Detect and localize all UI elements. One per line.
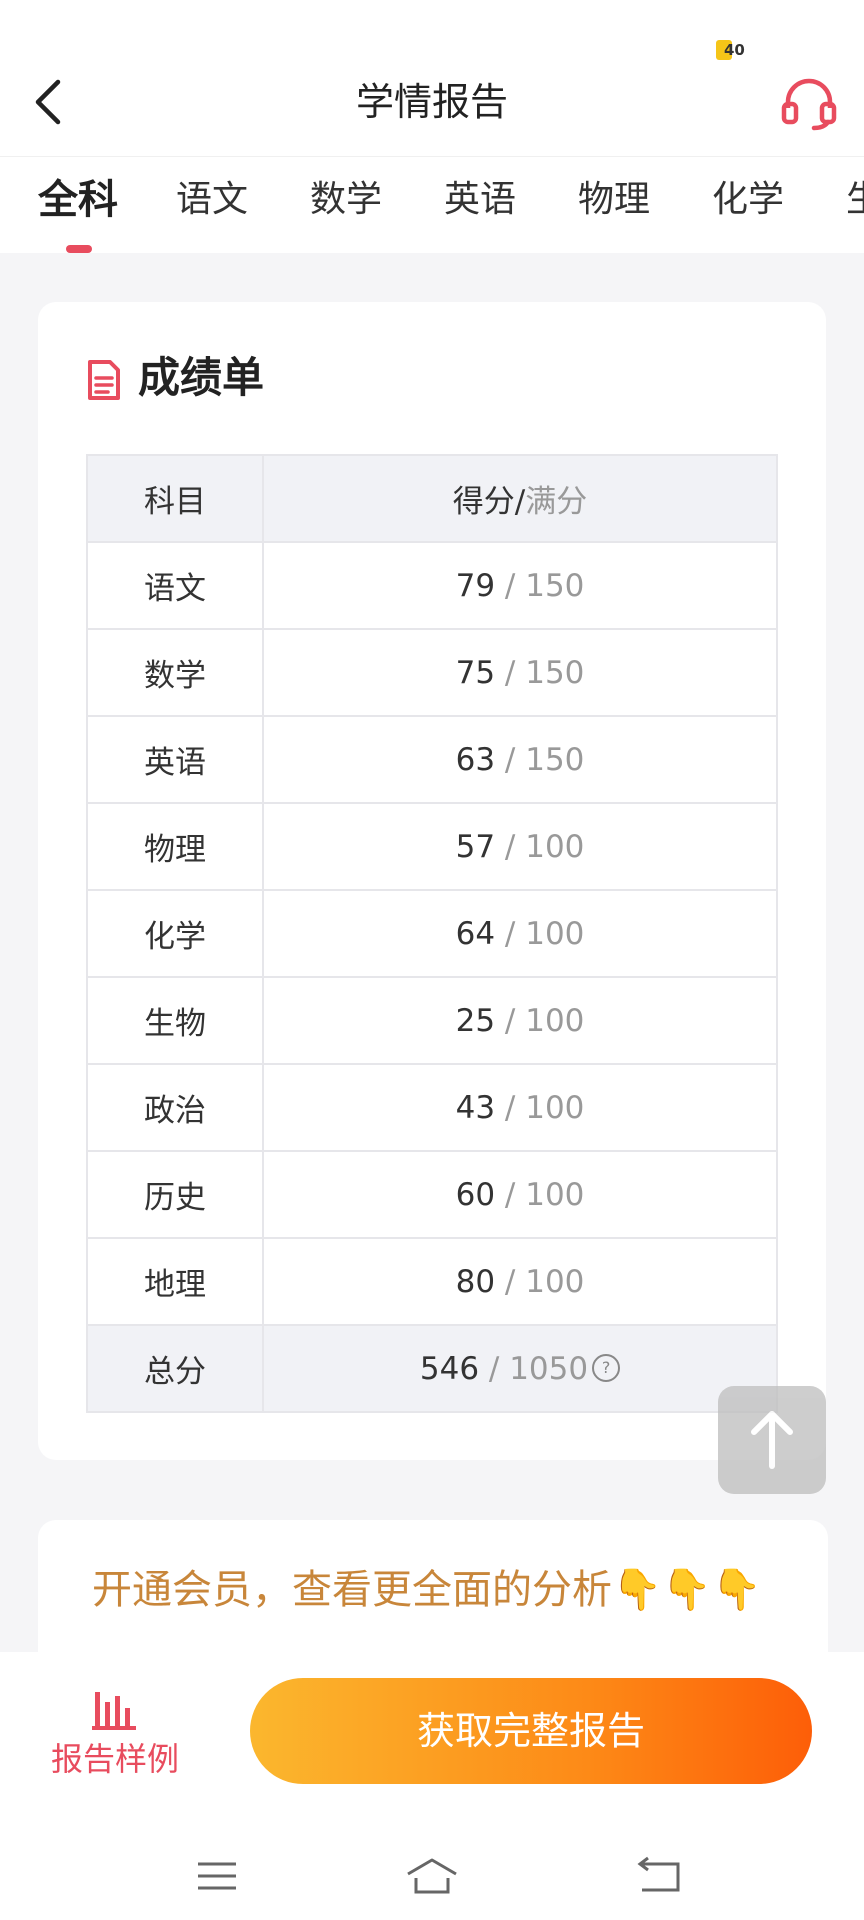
headset-icon: [781, 78, 837, 131]
table-row: 生物 25 / 100: [86, 976, 778, 1065]
subject-cell: 政治: [86, 1063, 264, 1152]
score-value: 25: [455, 1002, 496, 1039]
tab-chemistry[interactable]: 化学: [712, 175, 784, 225]
score-value: 43: [455, 1089, 496, 1126]
total-label: 总分: [86, 1324, 264, 1413]
total-max: 1050: [509, 1350, 589, 1387]
subject-tabs: 全科 语文 数学 英语 物理 化学 生: [0, 156, 864, 253]
home-icon: [407, 1858, 457, 1894]
subject-cell: 语文: [86, 541, 264, 630]
tab-biology[interactable]: 生: [846, 175, 864, 225]
bar-chart-icon: [92, 1692, 136, 1730]
promo-text[interactable]: 开通会员，查看更全面的分析👇👇👇: [92, 1560, 761, 1620]
subject-cell: 生物: [86, 976, 264, 1065]
max-label: 满分: [525, 484, 588, 520]
active-tab-indicator: [66, 245, 92, 253]
score-cell: 80 / 100: [262, 1237, 778, 1326]
tab-physics[interactable]: 物理: [578, 175, 650, 225]
report-sample-button[interactable]: 报告样例: [40, 1686, 190, 1786]
score-value: 64: [455, 915, 496, 952]
score-value: 60: [455, 1176, 496, 1213]
max-value: 150: [525, 654, 585, 691]
max-value: 100: [525, 828, 585, 865]
tab-english[interactable]: 英语: [444, 175, 516, 225]
subject-cell: 化学: [86, 889, 264, 978]
return-icon: [637, 1856, 680, 1892]
customer-service-button[interactable]: [778, 72, 840, 134]
report-sample-label: 报告样例: [50, 1740, 179, 1778]
column-header-score: 得分/满分: [262, 454, 778, 543]
table-row: 历史 60 / 100: [86, 1150, 778, 1239]
page-title: 学情报告: [355, 80, 508, 124]
max-value: 150: [525, 567, 585, 604]
score-cell: 60 / 100: [262, 1150, 778, 1239]
badge-count: 40: [724, 41, 745, 59]
table-row: 语文 79 / 150: [86, 541, 778, 630]
app-header: 学情报告 40: [0, 0, 864, 156]
grade-card-title: 成绩单: [138, 353, 265, 402]
back-nav-button[interactable]: [630, 1852, 690, 1902]
score-cell: 43 / 100: [262, 1063, 778, 1152]
tab-math[interactable]: 数学: [310, 175, 382, 225]
score-value: 63: [455, 741, 496, 778]
table-header-row: 科目 得分/满分: [86, 454, 778, 543]
score-value: 57: [455, 828, 496, 865]
score-cell: 75 / 150: [262, 628, 778, 717]
max-value: 100: [525, 1176, 585, 1213]
system-nav-bar: [0, 1832, 864, 1920]
score-label: 得分/: [452, 484, 526, 520]
max-value: 100: [525, 1089, 585, 1126]
table-row: 地理 80 / 100: [86, 1237, 778, 1326]
menu-icon: [198, 1862, 236, 1890]
total-score-cell: 546 / 1050?: [262, 1324, 778, 1413]
score-cell: 79 / 150: [262, 541, 778, 630]
get-full-report-button[interactable]: 获取完整报告: [250, 1678, 812, 1784]
menu-nav-button[interactable]: [186, 1852, 246, 1902]
column-header-subject: 科目: [86, 454, 264, 543]
subject-cell: 英语: [86, 715, 264, 804]
total-score: 546: [419, 1350, 480, 1387]
scroll-top-button[interactable]: [718, 1386, 826, 1494]
score-cell: 57 / 100: [262, 802, 778, 891]
table-row: 化学 64 / 100: [86, 889, 778, 978]
score-value: 79: [455, 567, 496, 604]
grade-table: 科目 得分/满分 语文 79 / 150 数学 75 / 150 英语 63 /…: [86, 454, 778, 1413]
home-nav-button[interactable]: [402, 1852, 462, 1902]
table-row: 数学 75 / 150: [86, 628, 778, 717]
subject-cell: 历史: [86, 1150, 264, 1239]
arrow-up-icon: [751, 1411, 793, 1469]
notification-badge: 40: [716, 40, 746, 60]
table-row: 政治 43 / 100: [86, 1063, 778, 1152]
max-value: 150: [525, 741, 585, 778]
table-row: 英语 63 / 150: [86, 715, 778, 804]
score-value: 75: [455, 654, 496, 691]
max-value: 100: [525, 915, 585, 952]
document-icon: [86, 358, 122, 402]
help-icon[interactable]: ?: [592, 1353, 621, 1382]
table-row: 物理 57 / 100: [86, 802, 778, 891]
subject-cell: 物理: [86, 802, 264, 891]
max-value: 100: [525, 1002, 585, 1039]
score-cell: 64 / 100: [262, 889, 778, 978]
tab-chinese[interactable]: 语文: [176, 175, 248, 225]
tab-all[interactable]: 全科: [38, 175, 118, 225]
max-value: 100: [525, 1263, 585, 1300]
score-cell: 25 / 100: [262, 976, 778, 1065]
total-row: 总分 546 / 1050?: [86, 1324, 778, 1413]
score-cell: 63 / 150: [262, 715, 778, 804]
subject-cell: 地理: [86, 1237, 264, 1326]
subject-cell: 数学: [86, 628, 264, 717]
score-value: 80: [455, 1263, 496, 1300]
